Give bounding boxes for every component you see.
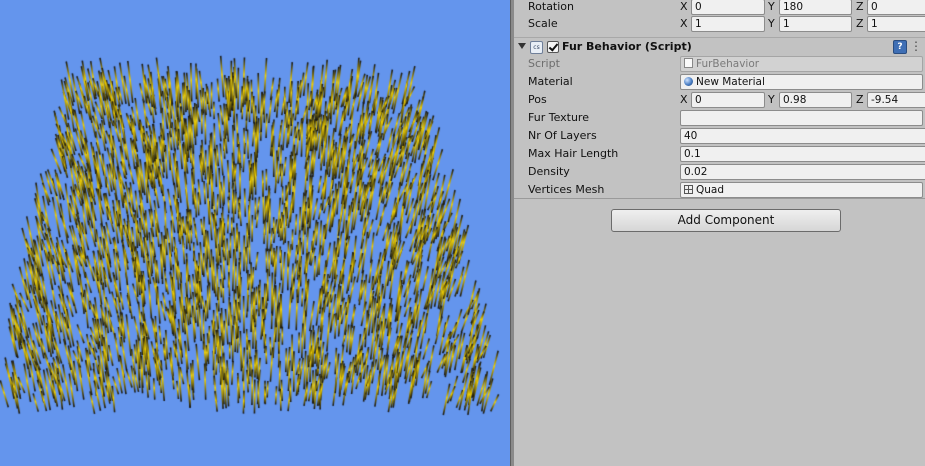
script-field: FurBehavior <box>680 56 923 72</box>
pos-x-field[interactable]: 0 <box>691 92 765 108</box>
material-field[interactable]: New Material <box>680 74 923 90</box>
nr-of-layers-field[interactable]: 40 <box>680 128 925 144</box>
nr-of-layers-row: Nr Of Layers 40 <box>514 127 925 145</box>
component-enabled-checkbox[interactable] <box>547 41 559 53</box>
pos-x-axis-label[interactable]: X <box>680 93 688 106</box>
pos-row: Pos X 0 Y 0.98 Z -9.54 <box>514 91 925 109</box>
pos-y-field[interactable]: 0.98 <box>779 92 852 108</box>
rotation-row: Rotation X 0 Y 180 Z 0 <box>514 0 925 16</box>
rotation-x-field[interactable]: 0 <box>691 0 765 15</box>
max-hair-length-field[interactable]: 0.1 <box>680 146 925 162</box>
scale-y-axis-label[interactable]: Y <box>768 17 775 30</box>
max-hair-length-row: Max Hair Length 0.1 <box>514 145 925 163</box>
rotation-z-field[interactable]: 0 <box>867 0 925 15</box>
scale-x-field[interactable]: 1 <box>691 16 765 32</box>
component-title: Fur Behavior (Script) <box>562 40 692 53</box>
fur-texture-label: Fur Texture <box>528 111 589 124</box>
rotation-z-axis-label[interactable]: Z <box>856 0 864 13</box>
scale-z-field[interactable]: 1 <box>867 16 925 32</box>
material-label: Material <box>528 75 573 88</box>
material-row: Material New Material <box>514 73 925 91</box>
inspector-panel: Rotation X 0 Y 180 Z 0 Scale X 1 Y 1 Z 1… <box>514 0 925 466</box>
density-label: Density <box>528 165 570 178</box>
pos-z-field[interactable]: -9.54 <box>867 92 925 108</box>
rotation-label: Rotation <box>528 0 575 13</box>
fur-texture-field[interactable] <box>680 110 923 126</box>
script-label: Script <box>528 57 560 70</box>
rotation-y-axis-label[interactable]: Y <box>768 0 775 13</box>
vertices-mesh-value: Quad <box>696 184 725 196</box>
vertices-mesh-field[interactable]: Quad <box>680 182 923 198</box>
pos-label: Pos <box>528 93 547 106</box>
pos-z-axis-label[interactable]: Z <box>856 93 864 106</box>
pos-y-axis-label[interactable]: Y <box>768 93 775 106</box>
scale-z-axis-label[interactable]: Z <box>856 17 864 30</box>
material-value: New Material <box>696 76 765 88</box>
max-hair-length-label: Max Hair Length <box>528 147 619 160</box>
scale-y-field[interactable]: 1 <box>779 16 852 32</box>
vertices-mesh-label: Vertices Mesh <box>528 183 605 196</box>
rotation-x-axis-label[interactable]: X <box>680 0 688 13</box>
scene-viewport[interactable] <box>0 0 510 466</box>
vertices-mesh-row: Vertices Mesh Quad <box>514 181 925 199</box>
rotation-y-field[interactable]: 180 <box>779 0 852 15</box>
add-component-button[interactable]: Add Component <box>611 209 841 232</box>
component-separator <box>514 198 925 199</box>
component-settings-icon[interactable]: ⋮ <box>910 39 922 53</box>
scale-label: Scale <box>528 17 558 30</box>
script-value: FurBehavior <box>696 58 760 70</box>
fur-behavior-header[interactable]: cs Fur Behavior (Script) ? ⋮ <box>514 37 925 56</box>
mesh-grid-icon <box>684 185 693 194</box>
script-file-icon <box>684 58 693 68</box>
help-book-icon[interactable]: ? <box>893 40 907 54</box>
csharp-script-icon: cs <box>530 41 543 54</box>
nr-of-layers-label: Nr Of Layers <box>528 129 597 142</box>
material-sphere-icon <box>684 77 693 86</box>
scale-x-axis-label[interactable]: X <box>680 17 688 30</box>
fur-texture-row: Fur Texture <box>514 109 925 127</box>
foldout-arrow-icon[interactable] <box>518 43 526 49</box>
density-field[interactable]: 0.02 <box>680 164 925 180</box>
fur-render <box>0 0 510 466</box>
script-row: Script FurBehavior <box>514 55 925 73</box>
density-row: Density 0.02 <box>514 163 925 181</box>
scale-row: Scale X 1 Y 1 Z 1 <box>514 15 925 33</box>
